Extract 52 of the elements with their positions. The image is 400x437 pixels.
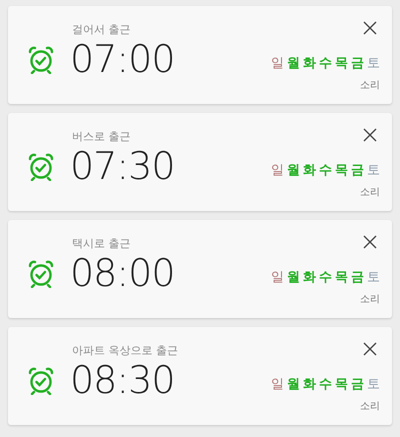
weekday-toggle[interactable]: 화 — [303, 54, 316, 72]
weekday-toggle[interactable]: 목 — [335, 268, 348, 286]
weekday-toggle[interactable]: 일 — [271, 375, 284, 393]
weekday-toggle[interactable]: 목 — [335, 54, 348, 72]
alarm-label: 버스로 출근 — [72, 130, 132, 144]
weekday-toggle[interactable]: 금 — [351, 268, 364, 286]
weekday-toggle[interactable]: 월 — [287, 375, 300, 393]
weekday-toggle[interactable]: 금 — [351, 375, 364, 393]
alarm-time: 07:00 — [70, 37, 176, 81]
weekday-toggle[interactable]: 일 — [271, 268, 284, 286]
weekday-toggle[interactable]: 월 — [287, 54, 300, 72]
alarm-card[interactable]: 아파트 옥상으로 출근 08:30 일 월 화 수 목 금 토 소리 — [8, 327, 392, 425]
alarm-clock-icon — [28, 367, 54, 395]
alarm-clock-icon — [28, 46, 54, 74]
weekday-toggle[interactable]: 금 — [351, 54, 364, 72]
weekday-toggle[interactable]: 월 — [287, 161, 300, 179]
close-button[interactable] — [362, 20, 378, 36]
weekday-toggle[interactable]: 월 — [287, 268, 300, 286]
alarm-label: 아파트 옥상으로 출근 — [72, 344, 179, 358]
weekday-toggle[interactable]: 화 — [303, 375, 316, 393]
alarm-time: 08:30 — [70, 358, 176, 402]
weekday-toggle[interactable]: 화 — [303, 161, 316, 179]
alarm-time: 07:30 — [70, 144, 176, 188]
weekday-toggle[interactable]: 토 — [367, 161, 380, 179]
sound-label: 소리 — [360, 186, 380, 199]
weekday-toggle[interactable]: 수 — [319, 375, 332, 393]
weekday-toggle[interactable]: 목 — [335, 375, 348, 393]
weekday-toggle[interactable]: 수 — [319, 54, 332, 72]
alarm-time: 08:00 — [70, 251, 176, 295]
alarm-clock-icon — [28, 153, 54, 181]
alarm-label: 택시로 출근 — [72, 237, 132, 251]
weekday-toggle[interactable]: 목 — [335, 161, 348, 179]
close-button[interactable] — [362, 341, 378, 357]
sound-label: 소리 — [360, 293, 380, 306]
close-button[interactable] — [362, 127, 378, 143]
close-button[interactable] — [362, 234, 378, 250]
alarm-card[interactable]: 버스로 출근 07:30 일 월 화 수 목 금 토 소리 — [8, 113, 392, 211]
weekday-toggle[interactable]: 수 — [319, 161, 332, 179]
sound-label: 소리 — [360, 79, 380, 92]
weekday-toggle[interactable]: 토 — [367, 54, 380, 72]
weekday-toggle[interactable]: 토 — [367, 375, 380, 393]
alarm-label: 걸어서 출근 — [72, 23, 132, 37]
alarm-clock-icon — [28, 260, 54, 288]
alarm-card[interactable]: 택시로 출근 08:00 일 월 화 수 목 금 토 소리 — [8, 220, 392, 318]
weekday-toggle[interactable]: 금 — [351, 161, 364, 179]
weekday-toggle[interactable]: 일 — [271, 54, 284, 72]
weekday-toggle[interactable]: 토 — [367, 268, 380, 286]
weekday-toggle[interactable]: 수 — [319, 268, 332, 286]
weekday-toggle[interactable]: 일 — [271, 161, 284, 179]
alarm-card[interactable]: 걸어서 출근 07:00 일 월 화 수 목 금 토 소리 — [8, 6, 392, 104]
sound-label: 소리 — [360, 400, 380, 413]
weekday-toggle[interactable]: 화 — [303, 268, 316, 286]
